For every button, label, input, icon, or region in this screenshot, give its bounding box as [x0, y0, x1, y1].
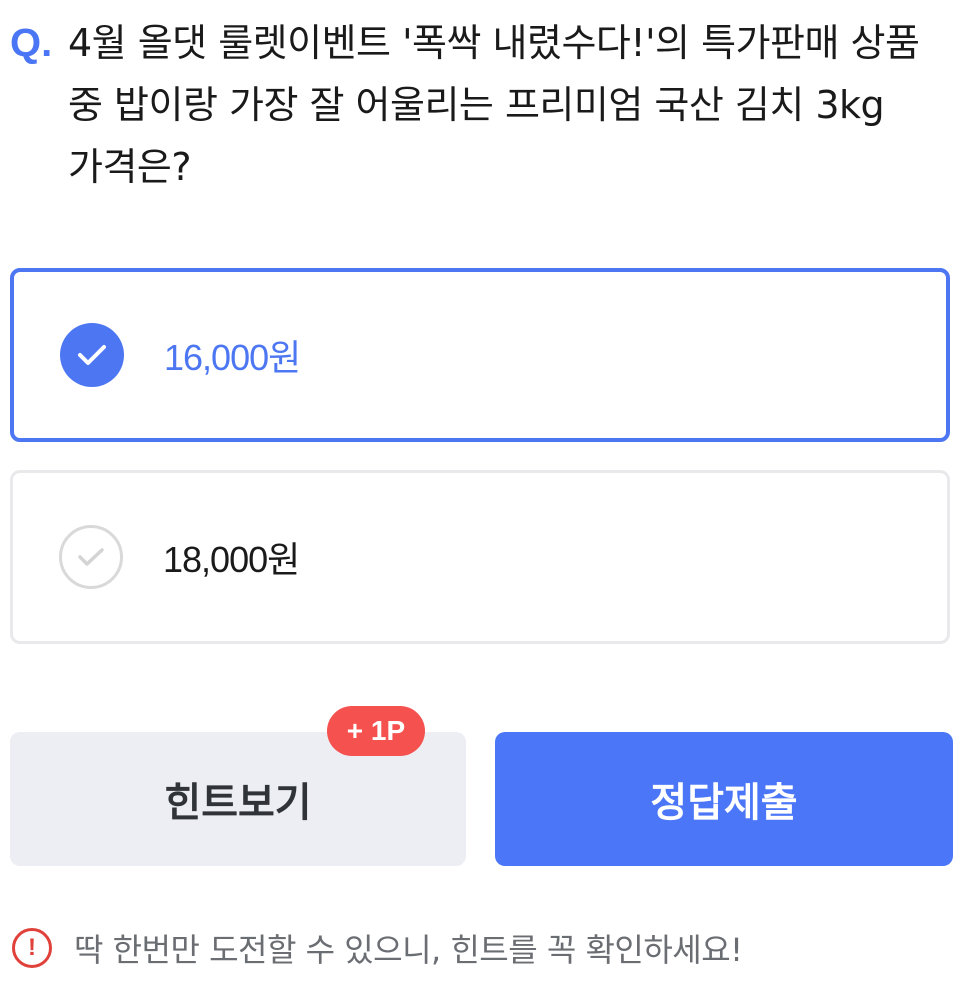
check-circle-icon: [60, 323, 124, 387]
question-prefix: Q.: [10, 21, 53, 65]
points-badge: + 1P: [327, 706, 425, 756]
notice: ! 딱 한번만 도전할 수 있으니, 힌트를 꼭 확인하세요!: [12, 924, 743, 972]
answer-option-2[interactable]: 18,000원: [10, 470, 950, 644]
question-text: 4월 올댓 룰렛이벤트 '폭싹 내렸수다!'의 특가판매 상품 중 밥이랑 가장…: [68, 21, 920, 189]
submit-answer-button[interactable]: 정답제출: [495, 732, 953, 866]
check-circle-icon: [59, 525, 123, 589]
answer-option-label: 18,000원: [163, 539, 300, 580]
answer-option-label: 16,000원: [164, 337, 301, 378]
exclamation-circle-icon: !: [12, 928, 52, 968]
question: Q. 4월 올댓 룰렛이벤트 '폭싹 내렸수다!'의 특가판매 상품 중 밥이랑…: [10, 12, 950, 198]
notice-text: 딱 한번만 도전할 수 있으니, 힌트를 꼭 확인하세요!: [74, 931, 743, 969]
answer-option-1[interactable]: 16,000원: [10, 268, 950, 442]
